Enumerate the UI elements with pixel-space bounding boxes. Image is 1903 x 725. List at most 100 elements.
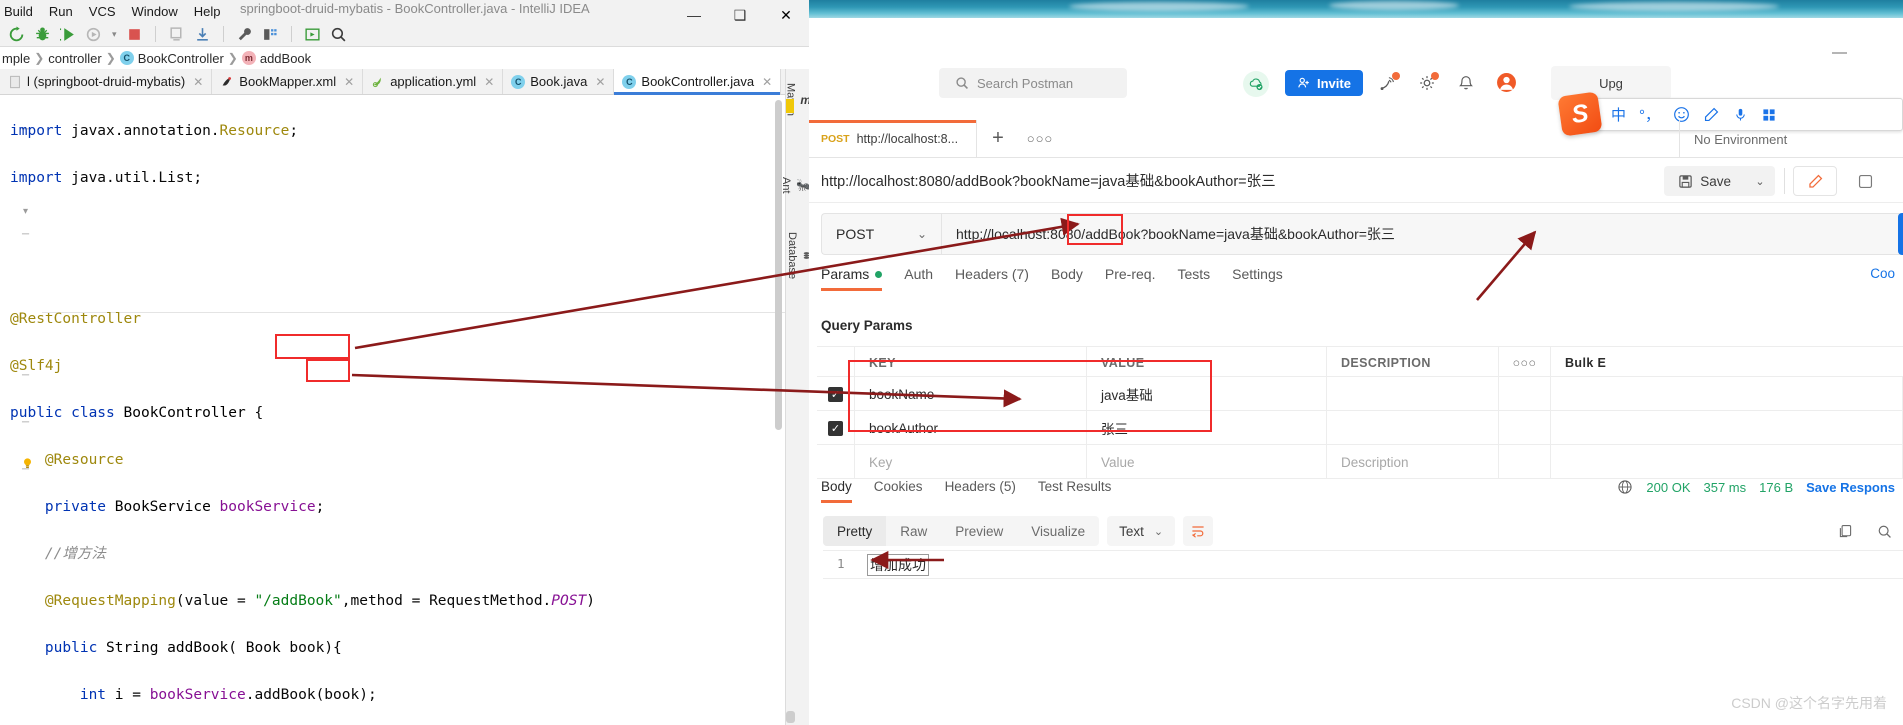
editor-tab-bar[interactable]: l (springboot-druid-mybatis) ✕ BookMappe… (0, 69, 785, 95)
row-key[interactable]: bookName (855, 377, 1087, 411)
editor-tab-book-java[interactable]: C Book.java ✕ (503, 69, 615, 94)
notifications-button[interactable] (1457, 74, 1475, 97)
column-options-button[interactable]: ○○○ (1499, 347, 1551, 378)
close-icon[interactable]: ✕ (344, 75, 354, 89)
checkbox-checked-icon[interactable]: ✓ (828, 420, 843, 436)
editor-tab-bookcontroller-java[interactable]: C BookController.java ✕ (614, 69, 782, 95)
idea-right-tool-window-bar[interactable]: m Maven 🐜 Ant Database (780, 69, 809, 725)
format-tab-pretty[interactable]: Pretty (823, 516, 887, 546)
rerun-icon[interactable] (8, 26, 25, 43)
select-all-column[interactable] (817, 347, 855, 378)
send-button[interactable]: Send (1898, 213, 1903, 255)
run-anything-icon[interactable] (304, 26, 321, 43)
response-type-select[interactable]: Text ⌄ (1107, 516, 1176, 546)
response-tab-test-results[interactable]: Test Results (1038, 479, 1112, 503)
tab-more-button[interactable]: ○○○ (1019, 120, 1061, 157)
build-icon[interactable] (168, 26, 185, 43)
breadcrumb[interactable]: mple ❯ controller ❯ C BookController ❯ m… (0, 47, 809, 69)
breadcrumb-item-controller[interactable]: controller (48, 51, 101, 66)
response-tab-headers[interactable]: Headers (5) (945, 479, 1016, 503)
tool-window-database[interactable]: Database (786, 232, 809, 279)
code-content[interactable]: import javax.annotation.Resource; import… (10, 96, 785, 725)
close-icon[interactable]: ✕ (762, 75, 772, 89)
breadcrumb-item-package[interactable]: mple (2, 51, 30, 66)
minimize-icon[interactable]: — (1832, 44, 1847, 61)
idea-menu-bar[interactable]: Build Run VCS Window Help (0, 4, 221, 19)
row-key[interactable]: bookAuthor (855, 411, 1087, 445)
table-row-placeholder[interactable]: Key Value Description (817, 445, 1903, 479)
run-with-coverage-icon[interactable] (60, 26, 77, 43)
format-tab-preview[interactable]: Preview (941, 516, 1017, 546)
menu-item-vcs[interactable]: VCS (89, 4, 116, 19)
table-row[interactable]: ✓ bookAuthor 张三 (817, 411, 1903, 445)
avatar[interactable] (1496, 72, 1517, 98)
breadcrumb-item-method[interactable]: m addBook (241, 51, 311, 66)
response-tab-cookies[interactable]: Cookies (874, 479, 923, 503)
request-more-button[interactable] (1843, 166, 1887, 196)
tab-body[interactable]: Body (1051, 266, 1083, 291)
tab-tests[interactable]: Tests (1177, 266, 1210, 291)
code-editor[interactable]: ─ ▾ ─ ─ ─ ─ import javax.annotation.Reso… (0, 96, 785, 725)
response-format-bar[interactable]: Pretty Raw Preview Visualize Text ⌄ (823, 516, 1903, 546)
editor-scroll-thumb[interactable] (786, 711, 795, 723)
sync-status-icon[interactable] (1243, 71, 1269, 97)
debug-icon[interactable] (34, 26, 51, 43)
menu-item-window[interactable]: Window (132, 4, 178, 19)
copy-icon[interactable] (1837, 523, 1854, 540)
editor-vertical-scrollbar[interactable] (775, 100, 782, 430)
request-tab-strip[interactable]: POST http://localhost:8... + ○○○ No Envi… (809, 120, 1903, 158)
search-input[interactable]: Search Postman (939, 68, 1127, 98)
row-value[interactable]: java基础 (1087, 377, 1327, 411)
tab-settings[interactable]: Settings (1232, 266, 1283, 291)
settings-button[interactable] (1418, 71, 1439, 97)
new-tab-button[interactable]: + (977, 120, 1019, 157)
project-structure-icon[interactable] (262, 26, 279, 43)
environment-selector[interactable]: No Environment (1679, 120, 1903, 158)
wrap-lines-button[interactable] (1183, 516, 1214, 546)
checkbox-checked-icon[interactable]: ✓ (828, 386, 843, 402)
menu-item-help[interactable]: Help (194, 4, 221, 19)
menu-item-build[interactable]: Build (4, 4, 33, 19)
postman-top-icon-group[interactable] (1379, 71, 1517, 98)
save-options-button[interactable]: ⌄ (1745, 166, 1775, 196)
query-params-table[interactable]: KEY VALUE DESCRIPTION ○○○ Bulk E ✓ bookN… (817, 346, 1903, 479)
request-url-row[interactable]: POST ⌄ http://localhost:8080/addBook?boo… (821, 213, 1903, 255)
editor-tab-application-yml[interactable]: application.yml ✕ (363, 69, 504, 94)
url-input[interactable]: http://localhost:8080/addBook?bookName=j… (941, 213, 1903, 255)
idea-toolbar[interactable]: ▾ (0, 22, 809, 47)
cookies-link[interactable]: Coo (1870, 266, 1895, 281)
new-value-input[interactable]: Value (1087, 445, 1327, 479)
close-icon[interactable]: ✕ (484, 75, 494, 89)
tool-window-ant[interactable]: 🐜 Ant (780, 177, 809, 194)
tab-prerequest[interactable]: Pre-req. (1105, 266, 1156, 291)
response-body-viewer[interactable]: 1 增加成功 (823, 550, 1903, 594)
chevron-down-icon[interactable]: ▾ (112, 29, 117, 40)
close-icon[interactable]: ✕ (193, 75, 203, 89)
request-sub-tabs[interactable]: Params Auth Headers (7) Body Pre-req. Te… (821, 266, 1903, 298)
invite-button[interactable]: Invite (1285, 70, 1363, 96)
response-actions[interactable] (1837, 516, 1893, 546)
format-tab-visualize[interactable]: Visualize (1017, 516, 1099, 546)
tab-params[interactable]: Params (821, 266, 883, 291)
row-checkbox-cell[interactable] (817, 445, 855, 479)
save-button[interactable]: Save (1664, 166, 1745, 196)
search-response-icon[interactable] (1876, 523, 1893, 540)
format-tab-group[interactable]: Pretty Raw Preview Visualize (823, 516, 1100, 546)
new-key-input[interactable]: Key (855, 445, 1087, 479)
row-checkbox-cell[interactable]: ✓ (817, 411, 855, 445)
save-response-button[interactable]: Save Respons (1806, 480, 1895, 495)
row-description[interactable] (1327, 411, 1499, 445)
profiler-icon[interactable] (86, 26, 103, 43)
settings-wrench-icon[interactable] (236, 26, 253, 43)
response-tab-body[interactable]: Body (821, 479, 852, 503)
download-icon[interactable] (194, 26, 211, 43)
http-method-select[interactable]: POST ⌄ (821, 213, 941, 255)
new-description-input[interactable]: Description (1327, 445, 1499, 479)
row-description[interactable] (1327, 377, 1499, 411)
tab-headers[interactable]: Headers (7) (955, 266, 1029, 291)
satellite-button[interactable] (1379, 71, 1400, 97)
menu-item-run[interactable]: Run (49, 4, 73, 19)
editor-tab-xml[interactable]: l (springboot-druid-mybatis) ✕ (0, 69, 213, 94)
bulk-edit-button[interactable]: Bulk E (1551, 347, 1903, 378)
search-icon[interactable] (330, 26, 347, 43)
